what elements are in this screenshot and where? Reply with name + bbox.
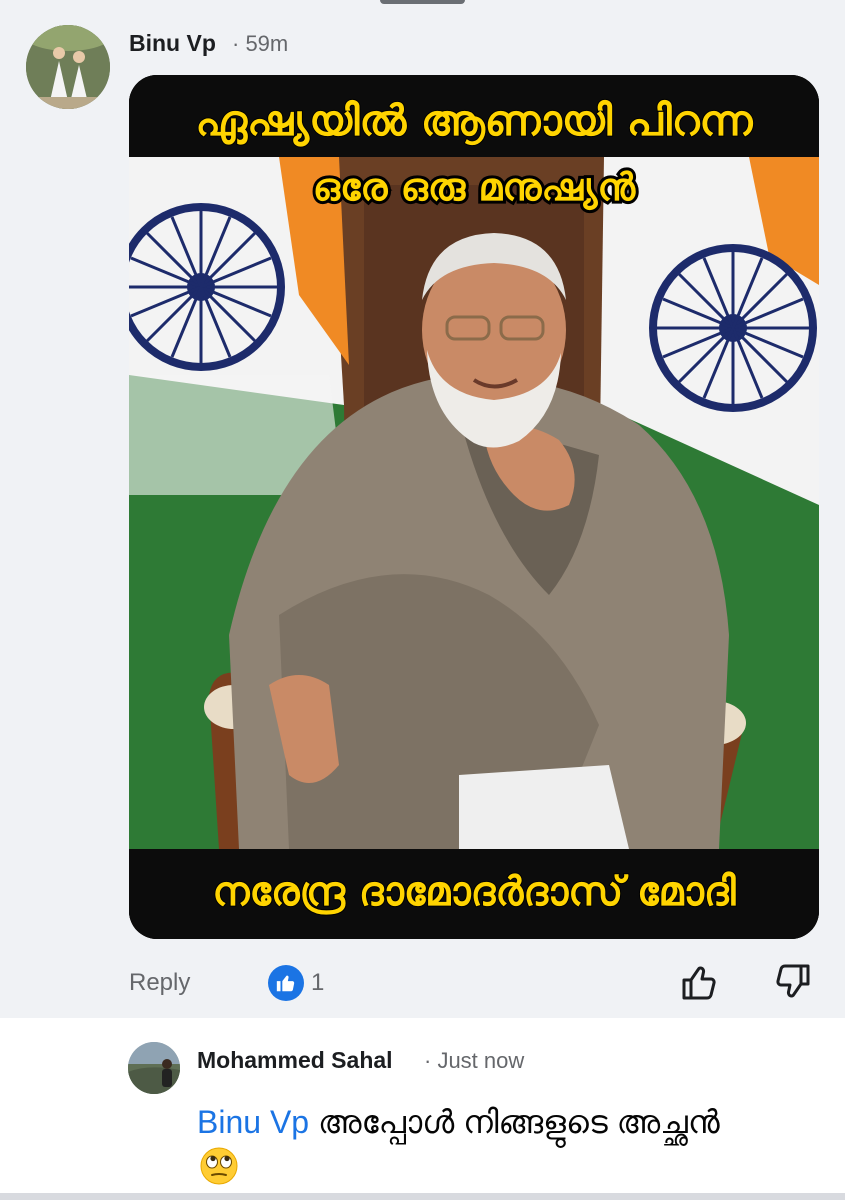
reply-author[interactable]: Mohammed Sahal [197,1047,393,1074]
reply-mention-link[interactable]: Binu Vp [197,1104,309,1140]
like-reaction-icon[interactable] [268,965,304,1001]
upvote-button[interactable] [680,962,718,1002]
like-count: 1 [311,969,325,996]
avatar-photo [26,25,110,109]
caption-top-line2: ഒരേ ഒരു മനുഷ്യൻ [313,165,637,211]
thumbs-up-outline-icon [682,966,716,1000]
reply-message: അപ്പോൾ നിങ്ങളുടെ അച്ഛൻ [309,1104,720,1140]
reply-avatar[interactable] [128,1042,180,1094]
downvote-button[interactable] [774,962,812,1002]
comment-time: · 59m [232,31,289,56]
drag-handle[interactable] [380,0,465,4]
comment-image[interactable]: ഏഷ്യയിൽ ആണായി പിറന്ന ഒരേ ഒരു മനുഷ്യൻ നരേ… [129,75,819,939]
avatar-photo [128,1042,180,1094]
comment-author[interactable]: Binu Vp [129,30,216,57]
reply-text: Binu Vp അപ്പോൾ നിങ്ങളുടെ അച്ഛൻ [197,1099,817,1145]
caption-bottom: നരേന്ദ്ര ദാമോദർദാസ് മോദി [212,869,736,915]
comment-card: Binu Vp · 59m ഏഷ്യയിൽ ആണായി പിറന്ന ഒരേ ഒ… [0,0,845,1018]
avatar[interactable] [26,25,110,109]
thumbs-up-icon [276,975,295,992]
reply-time: · Just now [424,1048,525,1073]
reply-button[interactable]: Reply [129,969,190,997]
caption-top-line1: ഏഷ്യയിൽ ആണായി പിറന്ന [195,96,753,147]
chakra-right [649,244,817,412]
thumbs-down-outline-icon [776,964,810,998]
divider [0,1193,845,1200]
face-with-rolling-eyes-icon [199,1146,239,1186]
